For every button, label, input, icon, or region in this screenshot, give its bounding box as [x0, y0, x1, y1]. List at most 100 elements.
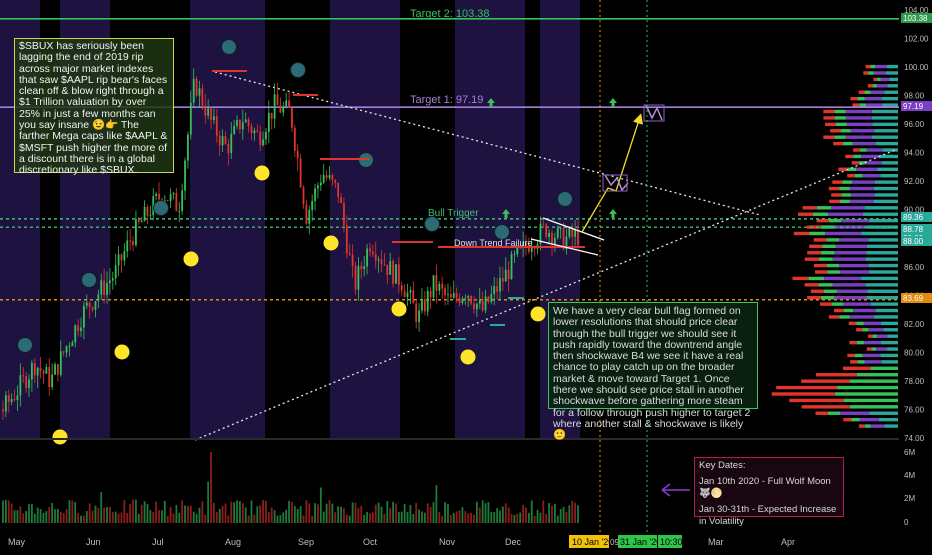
profile-bar: [839, 199, 850, 204]
volume-bar: [415, 503, 418, 523]
date-badge-label: 10 Jan '20: [572, 537, 613, 547]
candle-body: [308, 209, 311, 224]
profile-bar: [853, 154, 862, 159]
volume-bar: [62, 513, 65, 523]
time-band: [330, 0, 400, 438]
profile-bar: [859, 148, 867, 152]
candle-body: [438, 283, 441, 291]
profile-bar: [843, 398, 898, 403]
candle-body: [54, 364, 56, 375]
profile-bar: [871, 109, 898, 114]
volume-bar: [28, 504, 30, 523]
candle-body: [7, 395, 10, 402]
volume-bar: [80, 515, 82, 523]
profile-bar: [876, 347, 888, 351]
candle-body: [137, 219, 140, 223]
volume-bar: [377, 502, 380, 523]
candle-body: [314, 188, 316, 202]
profile-bar: [823, 116, 835, 120]
profile-bar: [870, 366, 898, 371]
time-band: [455, 0, 525, 438]
profile-bar: [843, 417, 852, 422]
candle-body: [371, 251, 374, 255]
volume-bar: [423, 512, 426, 523]
volume-bar: [308, 503, 311, 523]
candle-body: [262, 139, 264, 146]
candle-body: [574, 230, 577, 237]
candle-body: [80, 327, 82, 332]
volume-bar: [548, 503, 551, 523]
volume-bar: [109, 506, 111, 523]
profile-bar: [862, 353, 881, 358]
candle-body: [542, 223, 545, 225]
volume-bar: [129, 503, 132, 523]
profile-bar: [873, 77, 878, 82]
volume-bar: [68, 500, 71, 523]
time-tick-label: Apr: [781, 537, 795, 547]
price-tick-label: 100.00: [904, 63, 929, 72]
cycle-low-marker: [114, 344, 130, 360]
cycle-low-marker: [254, 165, 270, 181]
profile-bar: [861, 231, 898, 236]
volume-bar: [137, 513, 140, 523]
volume-bar: [262, 499, 264, 523]
volume-bar: [42, 512, 45, 523]
volume-bar: [343, 508, 345, 523]
candle-body: [126, 240, 129, 252]
volume-bar: [522, 504, 525, 523]
volume-bar: [166, 515, 169, 523]
volume-bar: [143, 501, 146, 523]
profile-bar: [845, 135, 872, 139]
candle-body: [562, 227, 565, 250]
profile-bar: [876, 84, 888, 88]
volume-bar: [241, 503, 244, 523]
profile-bar: [868, 328, 884, 332]
candle-body: [568, 228, 571, 237]
profile-bar: [866, 148, 883, 152]
time-tick-label: Jun: [86, 537, 101, 547]
candle-body: [533, 248, 536, 249]
candle-body: [426, 291, 429, 312]
volume-bar: [374, 504, 377, 523]
candle-body: [111, 278, 114, 281]
volume-bar: [559, 509, 562, 523]
profile-bar: [880, 321, 898, 326]
volume-tick-label: 2M: [904, 494, 915, 503]
price-tick-label: 82.00: [904, 320, 925, 329]
key-date-volatility: Jan 30-31th - Expected Increase in Volat…: [699, 504, 837, 527]
volume-bar: [519, 512, 522, 523]
candle-body: [293, 127, 296, 151]
candle-body: [166, 200, 169, 201]
cycle-low-marker: [530, 306, 546, 322]
profile-bar: [845, 154, 854, 159]
candle-body: [215, 116, 218, 136]
candle-body: [343, 203, 345, 226]
time-tick-label: Mar: [708, 537, 724, 547]
volume-bar: [39, 508, 42, 523]
profile-bar: [849, 379, 898, 383]
candle-body: [195, 78, 198, 96]
profile-bar: [880, 174, 898, 178]
profile-bar: [809, 231, 826, 236]
candle-body: [461, 298, 464, 304]
key-date-wolf-moon: Jan 10th 2020 - Full Wolf Moon 🐺🌕: [699, 476, 831, 499]
candle-body: [265, 131, 267, 140]
volume-bar: [464, 511, 467, 523]
candle-body: [331, 175, 334, 180]
profile-bar: [827, 212, 863, 216]
candle-body: [39, 368, 42, 371]
volume-bar: [250, 500, 253, 523]
volume-bar: [484, 503, 487, 523]
candle-body: [259, 131, 262, 146]
volume-bar: [30, 503, 33, 523]
profile-bar: [869, 411, 898, 415]
price-tick-label: 102.00: [904, 35, 929, 44]
candle-body: [403, 290, 406, 297]
volume-bar: [233, 502, 236, 523]
profile-bar: [828, 186, 840, 191]
candle-body: [490, 294, 493, 302]
volume-bar: [556, 515, 559, 523]
volume-bar: [256, 506, 259, 523]
candle-body: [559, 227, 562, 229]
profile-bar: [887, 347, 898, 351]
